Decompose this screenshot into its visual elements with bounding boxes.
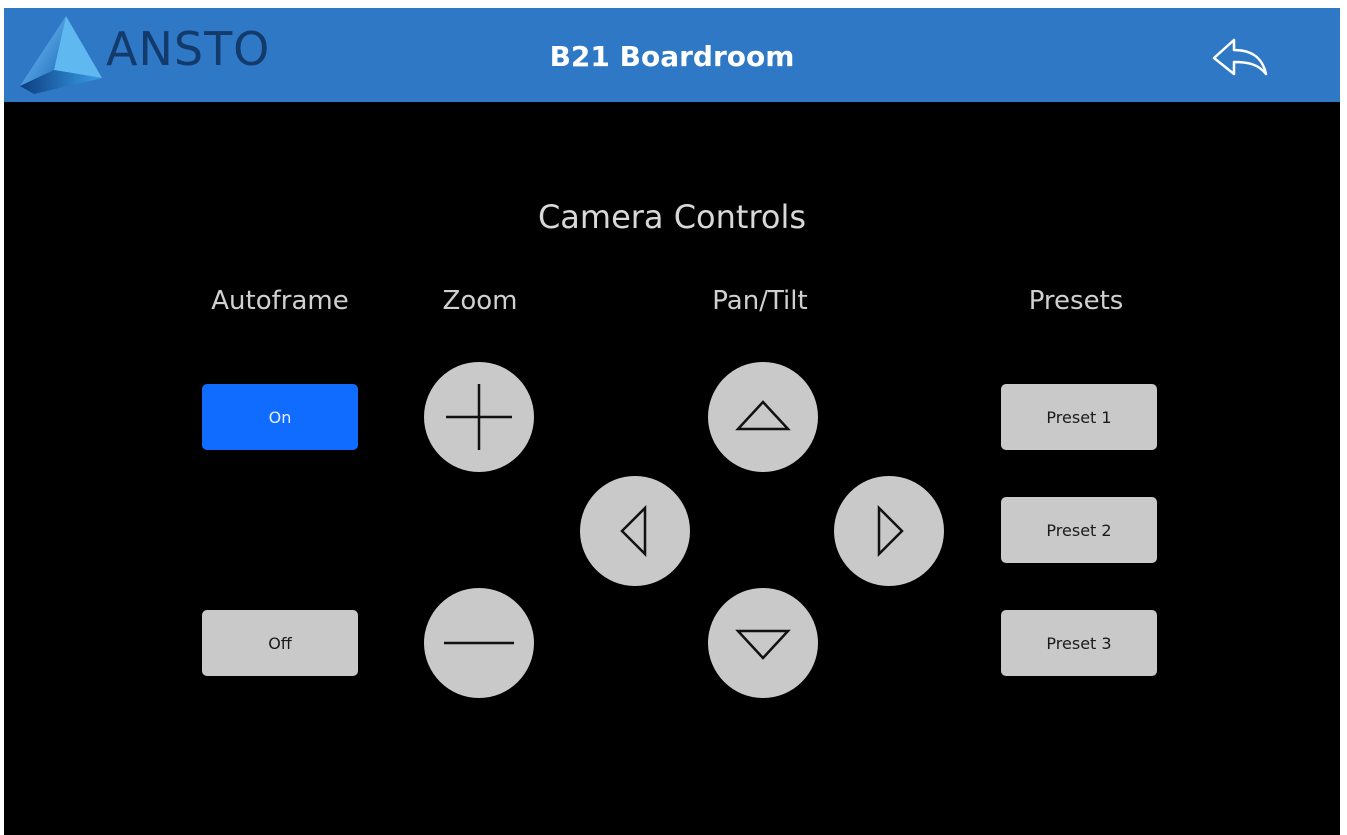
presets-label: Presets	[1028, 286, 1124, 316]
zoom-out-button[interactable]	[424, 588, 534, 698]
pan-right-button[interactable]	[834, 476, 944, 586]
triangle-up-icon	[735, 400, 791, 431]
zoom-in-button[interactable]	[424, 362, 534, 472]
minus-icon	[444, 641, 514, 645]
pan-left-button[interactable]	[580, 476, 690, 586]
reply-arrow-icon	[1212, 38, 1268, 76]
header-bar: ANSTO B21 Boardroom	[4, 8, 1340, 102]
preset-3-button[interactable]: Preset 3	[1001, 610, 1157, 676]
autoframe-off-button[interactable]: Off	[202, 610, 358, 676]
preset-2-button[interactable]: Preset 2	[1001, 497, 1157, 563]
preset-1-button[interactable]: Preset 1	[1001, 384, 1157, 450]
room-title: B21 Boardroom	[549, 40, 795, 73]
tilt-up-button[interactable]	[708, 362, 818, 472]
autoframe-label: Autoframe	[211, 286, 349, 316]
zoom-label: Zoom	[442, 286, 518, 316]
triangle-down-icon	[735, 629, 791, 660]
tilt-down-button[interactable]	[708, 588, 818, 698]
plus-icon	[446, 384, 512, 450]
back-button[interactable]	[1210, 38, 1270, 82]
section-title: Camera Controls	[537, 198, 807, 236]
touch-panel-screen: ANSTO B21 Boardroom Camera Controls Auto…	[4, 8, 1340, 835]
autoframe-on-button[interactable]: On	[202, 384, 358, 450]
triangle-left-icon	[620, 504, 647, 558]
triangle-right-icon	[877, 504, 904, 558]
pan-tilt-label: Pan/Tilt	[712, 286, 808, 316]
